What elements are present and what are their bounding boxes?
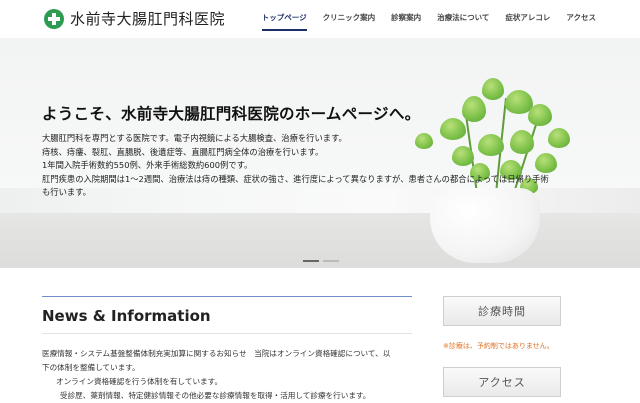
- news-section: News & Information 医療情報・システム基盤整備体制充実加算に関…: [42, 296, 412, 403]
- site-name[interactable]: 水前寺大腸肛門科医院: [70, 8, 225, 29]
- hero-line: 大腸肛門科を専門とする医院です。電子内視鏡による大腸検査、治療を行います。: [42, 133, 347, 143]
- hours-button[interactable]: 診療時間: [443, 296, 561, 326]
- site-header: 水前寺大腸肛門科医院 トップページ クリニック案内 診察案内 治療法について 症…: [0, 0, 640, 39]
- nav-item-symptoms[interactable]: 症状アレコレ: [505, 12, 550, 31]
- news-line: 医療情報・システム基盤整備体制充実加算に関するお知らせ 当院はオンライン資格確認…: [42, 349, 391, 358]
- hero-title: ようこそ、水前寺大腸肛門科医院のホームページへ。: [42, 105, 421, 123]
- news-line: 受診歴、薬剤情報、特定健診情報その他必要な診療情報を取得・活用して診療を行います…: [60, 391, 371, 400]
- nav-item-treatment[interactable]: 治療法について: [437, 12, 489, 31]
- news-body: 医療情報・システム基盤整備体制充実加算に関するお知らせ 当院はオンライン資格確認…: [42, 347, 412, 403]
- main-nav: トップページ クリニック案内 診察案内 治療法について 症状アレコレ アクセス: [261, 12, 596, 31]
- nav-item-access[interactable]: アクセス: [566, 12, 596, 31]
- slider-dot-1[interactable]: [303, 260, 319, 262]
- reservation-note: ※診療は、予約制ではありません。: [443, 342, 554, 350]
- access-button[interactable]: アクセス: [443, 367, 561, 397]
- slider-dot-2[interactable]: [323, 260, 339, 262]
- hero-line: も行います。: [42, 187, 91, 197]
- hero-text-block: ようこそ、水前寺大腸肛門科医院のホームページへ。 大腸肛門科を専門とする医院です…: [42, 102, 602, 200]
- news-heading: News & Information: [42, 307, 211, 325]
- hero-line: 1年間入院手術数約550例、外来手術総数約600例です。: [42, 160, 253, 170]
- divider: [42, 333, 412, 334]
- sidebar: 診療時間 ※診療は、予約制ではありません。 アクセス: [443, 296, 603, 397]
- news-line: 下の体制を整備しています。: [42, 363, 140, 372]
- nav-item-clinic[interactable]: クリニック案内: [323, 12, 376, 31]
- site-logo[interactable]: 水前寺大腸肛門科医院: [44, 8, 225, 29]
- hero-slider: ようこそ、水前寺大腸肛門科医院のホームページへ。 大腸肛門科を専門とする医院です…: [0, 38, 640, 268]
- hero-line: 痔核、痔瘻、裂肛、直腸脱、後遺症等、直腸肛門病全体の治療を行います。: [42, 146, 324, 157]
- news-line: オンライン資格確認を行う体制を有しています。: [56, 377, 223, 386]
- nav-item-top[interactable]: トップページ: [261, 12, 307, 31]
- medical-cross-icon: [44, 8, 64, 29]
- hero-line: 肛門疾患の入院期間は1〜2週間、治療法は痔の種類、症状の強さ、進行度によって異な…: [42, 173, 549, 184]
- divider: [42, 296, 412, 297]
- slider-pagination: [303, 260, 339, 262]
- nav-item-consultation[interactable]: 診察案内: [391, 12, 421, 31]
